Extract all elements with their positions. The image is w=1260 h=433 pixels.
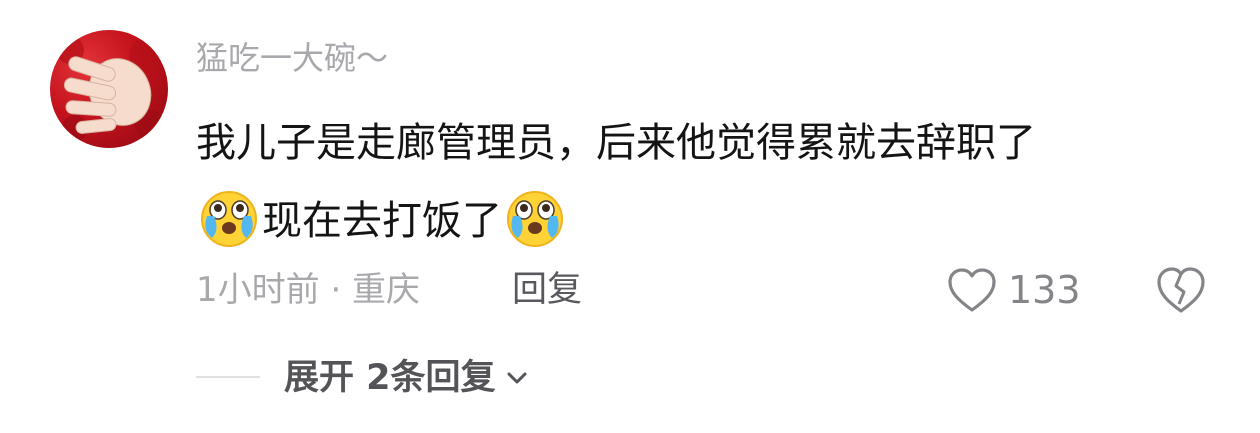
comment-text-line-2-words: 现在去打饭了 xyxy=(262,198,502,244)
crying-face-emoji-icon xyxy=(198,186,260,248)
comment-time-location: 1小时前 · 重庆 xyxy=(196,270,421,310)
comment-text-line-1: 我儿子是走廊管理员，后来他觉得累就去辞职了 xyxy=(196,120,1036,166)
comment-text-line-2: 现在去打饭了 xyxy=(196,182,1216,260)
avatar-image xyxy=(56,36,165,141)
comment-text: 我儿子是走廊管理员，后来他觉得累就去辞职了 现在去打饭了 xyxy=(196,104,1216,260)
reply-button[interactable]: 回复 xyxy=(512,266,582,314)
chevron-down-icon xyxy=(504,365,530,391)
heart-icon xyxy=(948,268,996,312)
expand-replies-button[interactable]: 展开 2条回复 xyxy=(284,354,530,402)
crying-face-emoji-icon xyxy=(504,186,566,248)
avatar[interactable] xyxy=(50,30,168,148)
like-button[interactable]: 133 xyxy=(946,262,1081,318)
expand-divider xyxy=(196,376,260,378)
comment-username[interactable]: 猛吃一大碗～ xyxy=(196,36,388,80)
expand-replies-label: 展开 2条回复 xyxy=(284,358,496,398)
like-count: 133 xyxy=(1008,268,1081,312)
broken-heart-icon xyxy=(1157,267,1205,313)
dislike-button[interactable] xyxy=(1154,264,1208,316)
